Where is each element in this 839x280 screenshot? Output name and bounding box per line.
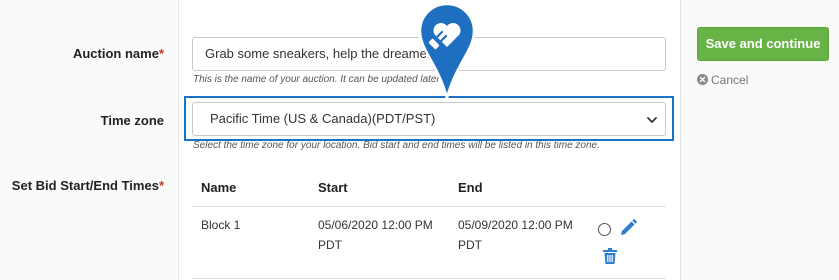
- auction-name-help: This is the name of your auction. It can…: [193, 74, 443, 85]
- table-header-divider: [192, 206, 666, 207]
- cancel-label: Cancel: [711, 73, 749, 87]
- row-start: 05/06/2020 12:00 PM PDT: [318, 215, 433, 255]
- row-end-datetime: 05/09/2020 12:00 PM: [458, 218, 573, 232]
- cancel-link[interactable]: Cancel: [697, 72, 748, 88]
- row-end-tz: PDT: [458, 238, 482, 252]
- time-zone-help: Select the time zone for your location. …: [193, 140, 600, 151]
- bid-times-label-text: Set Bid Start/End Times: [11, 178, 159, 193]
- chevron-down-icon: [647, 117, 657, 123]
- column-header-end: End: [458, 180, 483, 195]
- time-zone-selected-value: Pacific Time (US & Canada)(PDT/PST): [210, 111, 436, 126]
- table-row-divider: [192, 278, 666, 279]
- heart-hand-marker-icon: [418, 2, 476, 98]
- auction-name-label: Auction name*: [60, 46, 164, 61]
- column-header-start: Start: [318, 180, 348, 195]
- required-mark: *: [158, 178, 164, 193]
- close-circle-icon: [697, 74, 708, 85]
- bid-times-label: Set Bid Start/End Times*: [10, 178, 164, 193]
- row-end: 05/09/2020 12:00 PM PDT: [458, 215, 573, 255]
- column-header-name: Name: [201, 180, 237, 195]
- trash-icon[interactable]: [603, 248, 617, 264]
- required-mark: *: [158, 46, 164, 61]
- row-name: Block 1: [201, 218, 241, 232]
- time-zone-label: Time zone: [100, 113, 164, 128]
- pencil-icon[interactable]: [618, 218, 638, 238]
- auction-name-label-text: Auction name: [72, 46, 159, 61]
- time-zone-select[interactable]: Pacific Time (US & Canada)(PDT/PST): [192, 102, 666, 136]
- row-start-datetime: 05/06/2020 12:00 PM: [318, 218, 433, 232]
- radio-button-icon[interactable]: [598, 223, 611, 236]
- row-start-tz: PDT: [318, 238, 342, 252]
- save-and-continue-button[interactable]: Save and continue: [697, 27, 829, 61]
